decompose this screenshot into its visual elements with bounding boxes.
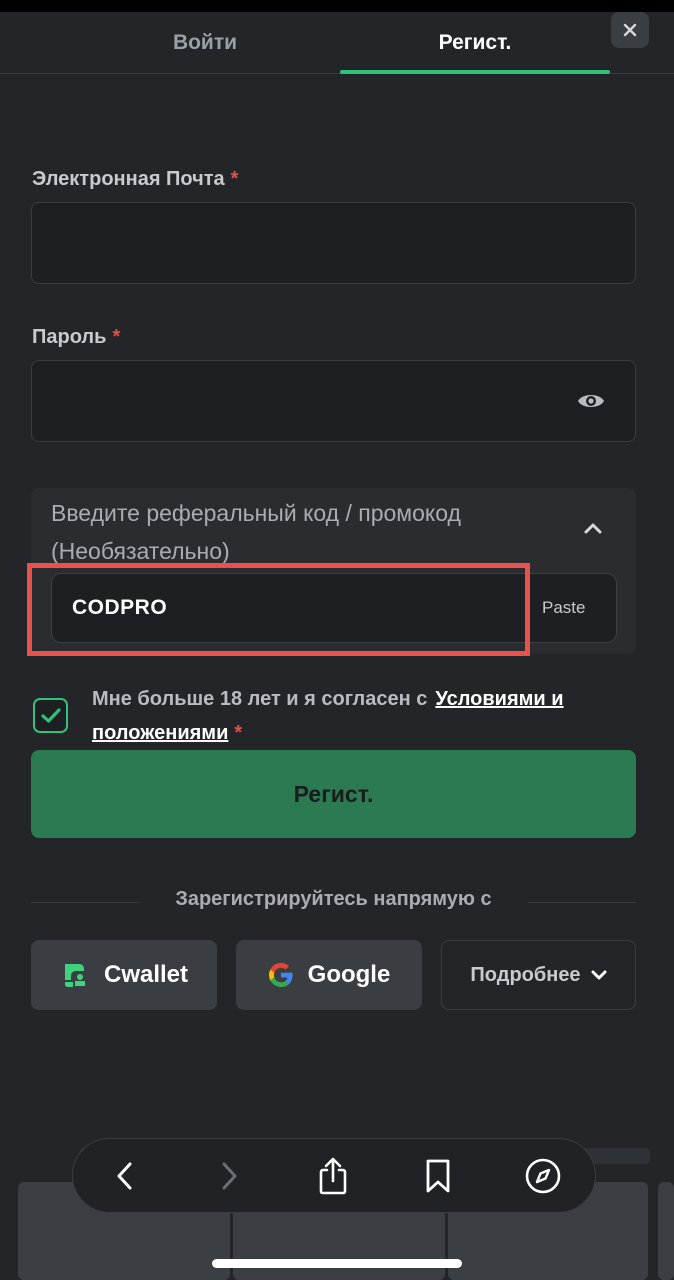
tab-login[interactable]: Войти [70,12,340,74]
forward-icon [222,1162,237,1190]
google-logo-icon [268,963,293,987]
more-options-button[interactable]: Подробнее [441,940,636,1010]
google-button[interactable]: Google [236,940,422,1010]
password-label: Пароль * [32,326,121,348]
close-button[interactable] [611,12,649,48]
divider-right [528,902,636,903]
divider-left [31,902,139,903]
browser-toolbar [72,1138,596,1213]
social-divider-text: Зарегистрируйтесь напрямую с [175,888,492,910]
back-button[interactable] [105,1156,145,1196]
bookmarks-button[interactable] [418,1156,458,1196]
share-button[interactable] [313,1156,353,1196]
email-field[interactable] [31,202,636,284]
tab-preview[interactable] [658,1182,674,1280]
required-mark: * [234,722,243,744]
back-icon [117,1162,132,1190]
status-bar-strip [0,0,674,12]
paste-button[interactable]: Paste [542,574,585,642]
safari-compass-icon [525,1158,561,1194]
terms-checkbox[interactable] [33,698,68,733]
home-indicator [212,1259,462,1268]
password-field[interactable] [31,360,636,442]
close-icon [623,23,637,37]
tabs-compass-button[interactable] [523,1156,563,1196]
chevron-up-icon[interactable] [583,521,603,535]
required-mark: * [112,326,121,348]
share-icon [319,1157,347,1195]
email-label: Электронная Почта * [32,168,239,190]
tab-register[interactable]: Регист. [340,12,610,74]
promo-code-title[interactable]: Введите реферальный код / промокод (Необ… [51,494,531,570]
terms-text: Мне больше 18 лет и я согласен с Условиям… [92,688,564,744]
cwallet-button[interactable]: Cwallet [31,940,217,1010]
forward-button[interactable] [209,1156,249,1196]
required-mark: * [230,168,239,190]
bookmarks-icon [426,1159,450,1193]
active-tab-indicator [340,70,610,74]
register-button[interactable]: Регист. [31,750,636,838]
auth-tabs: Войти Регист. [0,12,674,74]
checkmark-icon [41,708,61,723]
chevron-down-icon [591,970,607,980]
eye-icon[interactable] [577,389,605,413]
promo-code-highlight-frame [27,563,530,656]
cwallet-logo-icon [64,964,85,987]
